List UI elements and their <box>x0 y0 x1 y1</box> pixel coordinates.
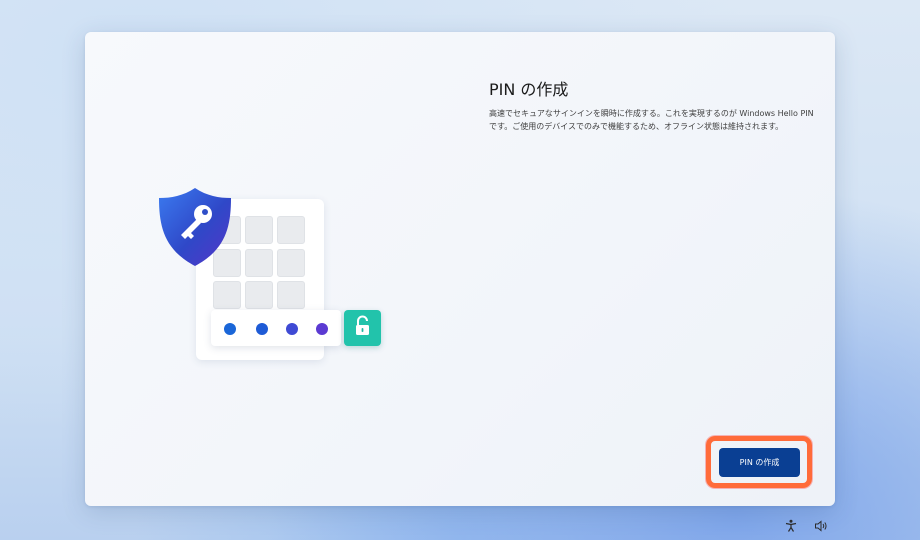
pin-dot <box>286 323 298 335</box>
create-pin-button[interactable]: PIN の作成 <box>719 448 800 477</box>
keypad-key <box>245 216 273 244</box>
keypad-key <box>277 249 305 277</box>
keypad-key <box>245 281 273 309</box>
page-description: 高速でセキュアなサインインを瞬時に作成する。これを実現するのが Windows … <box>489 109 814 131</box>
pin-dot <box>316 323 328 335</box>
shield-key-icon <box>159 188 231 266</box>
pin-dot <box>256 323 268 335</box>
pin-dot <box>224 323 236 335</box>
pin-entry-bar <box>211 310 341 346</box>
unlock-icon <box>344 310 381 346</box>
keypad-key <box>245 249 273 277</box>
keypad-key <box>277 216 305 244</box>
keypad-key <box>213 281 241 309</box>
page-title: PIN の作成 <box>489 80 569 99</box>
keypad-key <box>277 281 305 309</box>
accessibility-icon[interactable] <box>784 518 798 532</box>
setup-card: PIN の作成 高速でセキュアなサインインを瞬時に作成する。これを実現するのが … <box>85 32 835 506</box>
volume-icon[interactable] <box>814 518 828 532</box>
